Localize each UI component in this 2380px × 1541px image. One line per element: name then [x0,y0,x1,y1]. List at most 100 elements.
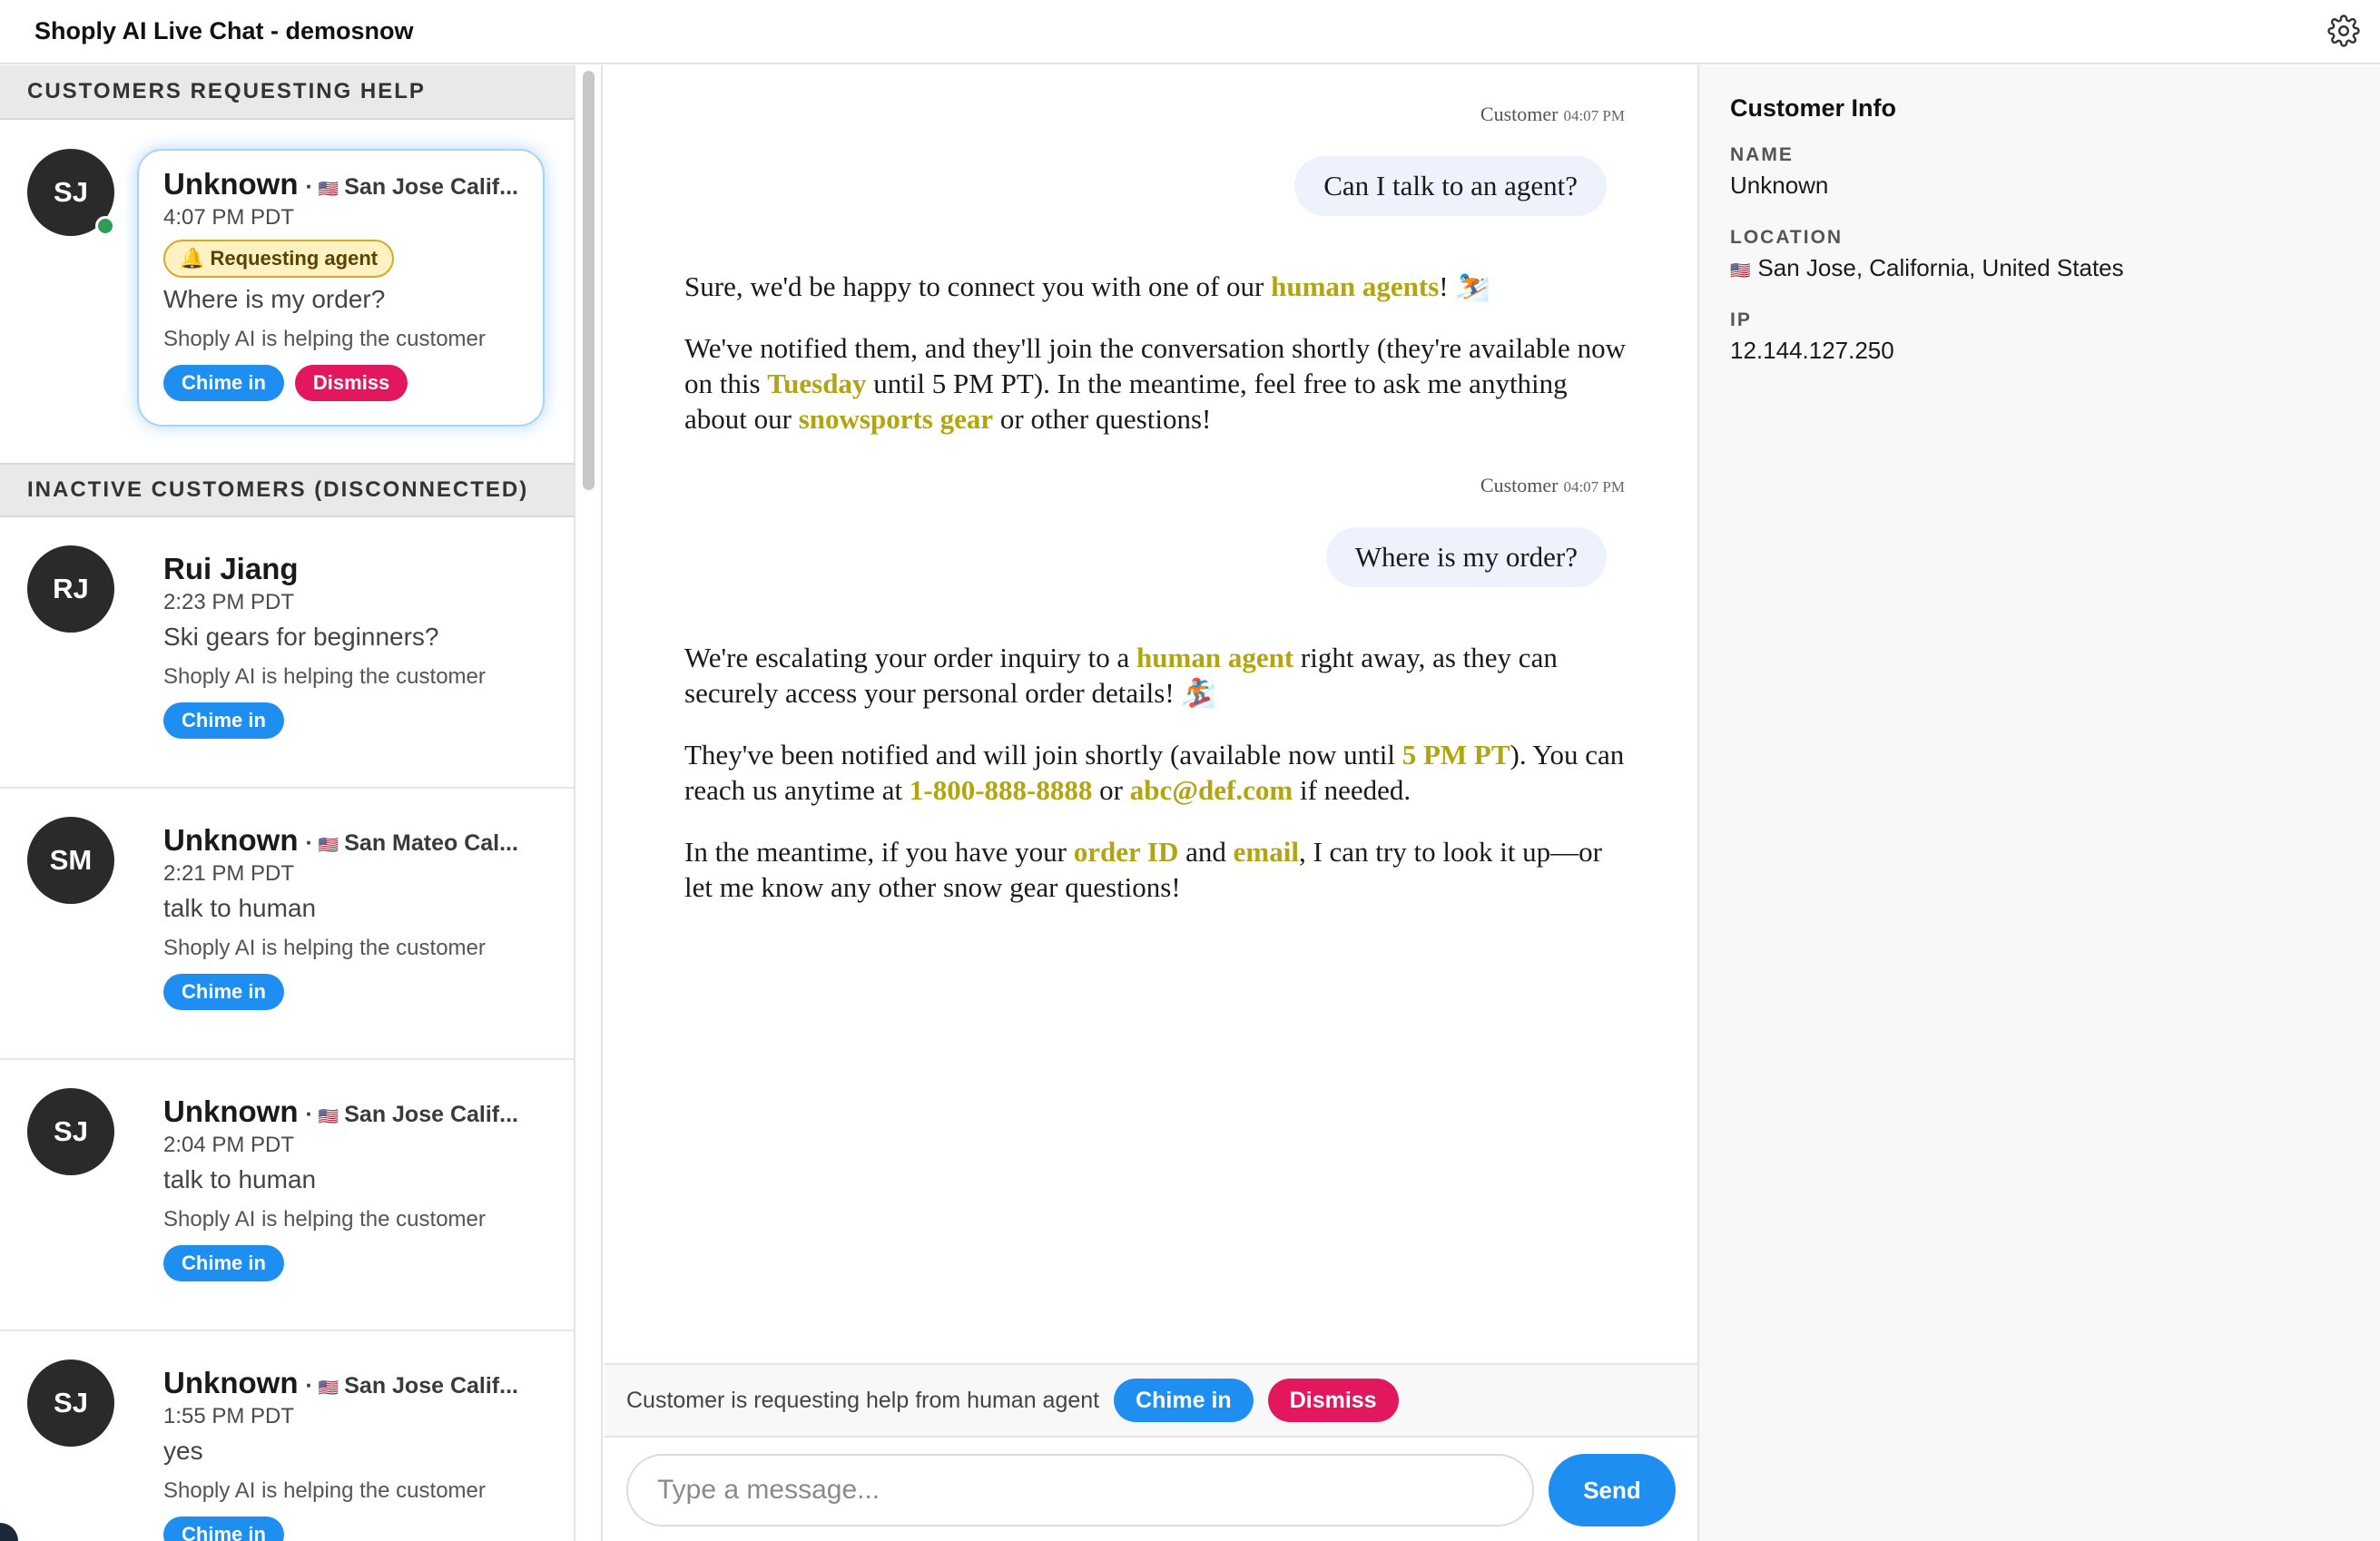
card-actions: Chime in [163,702,526,739]
customer-name: Unknown [163,1094,299,1128]
message-composer: Send [605,1439,1697,1541]
customer-name-row: Unknown · 🇺🇸 San Jose Calif... [163,167,526,201]
ai-status: Shoply AI is helping the customer [163,664,486,689]
customer-details: Rui Jiang 2:23 PM PDT Ski gears for begi… [163,552,526,739]
us-flag-icon: 🇺🇸 [318,180,339,198]
message-sender: Customer [1480,103,1559,125]
section-header-inactive: INACTIVE CUSTOMERS (DISCONNECTED) [0,463,574,517]
location-text: San Mateo Cal... [344,830,518,856]
text: Sure, we'd be happy to connect you with … [684,270,1272,302]
customer-details: Unknown · 🇺🇸 San Jose Calif... 1:55 PM PDT… [163,1366,526,1541]
customer-time: 2:04 PM PDT [163,1133,295,1157]
ai-status: Shoply AI is helping the customer [163,1478,486,1503]
last-message: Ski gears for beginners? [163,623,439,651]
separator: · [305,830,313,856]
location-text: San Jose Calif... [344,1373,518,1399]
ai-message: Sure, we'd be happy to connect you with … [684,269,1628,463]
location-value: 🇺🇸 San Jose, California, United States [1730,254,2380,282]
highlight: email [1233,836,1299,868]
customer-info-panel: Customer Info NAME Unknown LOCATION 🇺🇸 Sa… [1697,65,2380,1541]
chime-in-button[interactable]: Chime in [163,702,284,739]
avatar: SJ [27,1359,114,1447]
customer-list-item[interactable]: SM Unknown · 🇺🇸 San Mateo Cal... 2:21 PM P… [0,789,574,1060]
us-flag-icon: 🇺🇸 [318,1107,339,1125]
separator: · [305,1373,313,1399]
text: or other questions! [993,403,1212,435]
agent-request-bar: Customer is requesting help from human a… [605,1363,1697,1438]
chime-in-button[interactable]: Chime in [1114,1379,1254,1422]
gear-icon[interactable] [2327,15,2360,47]
location-text: San Jose Calif... [344,174,518,200]
location-label: LOCATION [1730,227,1844,248]
active-customer-item[interactable]: SJ Unknown · 🇺🇸 San Jose Calif... 4:07 PM … [0,120,574,463]
us-flag-icon: 🇺🇸 [1730,261,1751,280]
customer-sidebar: CUSTOMERS REQUESTING HELP SJ Unknown · 🇺🇸… [0,65,575,1541]
card-actions: Chime in [163,1516,526,1541]
avatar-initials: SJ [54,176,88,208]
requesting-agent-badge: 🔔 Requesting agent [163,240,395,278]
request-text: Customer is requesting help from human a… [626,1387,1100,1413]
customer-location: · 🇺🇸 San Mateo Cal... [305,830,517,857]
message-meta: Customer 04:07 PM [1480,103,1625,126]
ai-paragraph: They've been notified and will join shor… [684,737,1628,808]
text: if needed. [1293,774,1411,806]
dismiss-button[interactable]: Dismiss [294,365,408,401]
text: In the meantime, if you have your [684,836,1074,868]
separator: · [305,1102,313,1127]
customer-details: Unknown · 🇺🇸 San Jose Calif... 2:04 PM PDT… [163,1094,526,1281]
message-time: 04:07 PM [1563,107,1625,124]
name-label: NAME [1730,144,1794,165]
ai-paragraph: Sure, we'd be happy to connect you with … [684,269,1628,304]
avatar: RJ [27,545,114,633]
app-title: Shoply AI Live Chat - demosnow [34,17,414,44]
chime-in-button[interactable]: Chime in [163,1245,284,1281]
avatar: SM [27,817,114,904]
card-actions: Chime in Dismiss [163,365,526,401]
customer-location: · 🇺🇸 San Jose Calif... [305,1102,518,1128]
customer-message-bubble: Where is my order? [1325,527,1607,587]
customer-name: Unknown [163,1366,299,1399]
phone-link[interactable]: 1-800-888-8888 [910,774,1092,806]
sidebar-scrollbar[interactable] [575,65,603,1541]
last-message: talk to human [163,1165,317,1193]
highlight: human agent [1136,642,1294,673]
last-message: talk to human [163,894,317,922]
chat-pane: Customer 04:07 PM Can I talk to an agent?… [605,65,1697,1541]
last-message: yes [163,1437,203,1465]
email-link[interactable]: abc@def.com [1130,774,1293,806]
ip-value: 12.144.127.250 [1730,337,1894,364]
customer-list-item[interactable]: SJ Unknown · 🇺🇸 San Jose Calif... 2:04 PM … [0,1060,574,1331]
us-flag-icon: 🇺🇸 [318,836,339,854]
dismiss-button[interactable]: Dismiss [1267,1379,1399,1422]
customer-list-item[interactable]: RJ Rui Jiang 2:23 PM PDT Ski gears for b… [0,517,574,789]
highlight: snowsports gear [798,403,994,435]
ai-paragraph: We're escalating your order inquiry to a… [684,640,1628,711]
ai-paragraph: We've notified them, and they'll join th… [684,330,1628,437]
location-text: San Jose, California, United States [1757,254,2124,281]
chime-in-button[interactable]: Chime in [163,974,284,1010]
chime-in-button[interactable]: Chime in [163,365,284,401]
chime-in-button[interactable]: Chime in [163,1516,284,1541]
ai-paragraph: In the meantime, if you have your order … [684,834,1628,905]
message-sender: Customer [1480,474,1559,496]
customer-name-row: Unknown · 🇺🇸 San Jose Calif... [163,1366,526,1400]
ip-label: IP [1730,309,1752,330]
text: ! ⛷️ [1439,270,1490,302]
customer-list-item[interactable]: SJ Unknown · 🇺🇸 San Jose Calif... 1:55 PM … [0,1331,574,1541]
active-customer-details: Unknown · 🇺🇸 San Jose Calif... 4:07 PM PDT… [163,167,526,401]
customer-name-row: Unknown · 🇺🇸 San Jose Calif... [163,1094,526,1129]
customer-location: · 🇺🇸 San Jose Calif... [305,174,518,201]
text: We're escalating your order inquiry to a [684,642,1137,673]
highlight: order ID [1073,836,1179,868]
highlight: 5 PM PT [1401,739,1510,770]
last-message: Where is my order? [163,285,386,313]
send-button[interactable]: Send [1549,1454,1676,1526]
text: and [1178,836,1234,868]
scrollbar-thumb[interactable] [583,71,595,490]
highlight: human agents [1271,270,1440,302]
avatar: SJ [27,1088,114,1175]
section-header-requesting: CUSTOMERS REQUESTING HELP [0,65,574,120]
customer-details: Unknown · 🇺🇸 San Mateo Cal... 2:21 PM PDT … [163,823,526,1010]
ai-status: Shoply AI is helping the customer [163,327,486,351]
message-input[interactable] [626,1454,1534,1526]
